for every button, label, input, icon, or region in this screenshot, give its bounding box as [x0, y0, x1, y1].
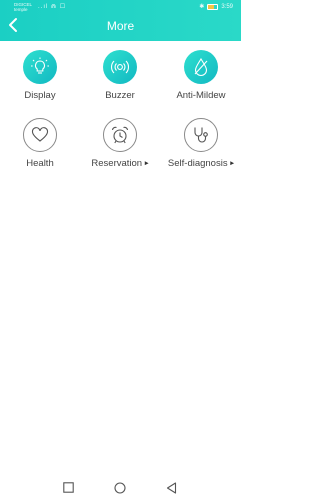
tile-label: Health: [26, 158, 54, 169]
triangle-back-icon[interactable]: [166, 482, 177, 494]
carrier-line-2: temple: [14, 7, 28, 12]
page-title: More: [106, 19, 135, 33]
battery-level: [208, 4, 214, 9]
tile-label: Reservation ▶: [91, 158, 149, 169]
square-icon[interactable]: [63, 482, 74, 493]
tile-reservation[interactable]: Reservation ▶: [80, 118, 160, 169]
tile-label: Display: [24, 90, 56, 101]
anti-mildew-icon-circle: [184, 50, 218, 84]
tile-health[interactable]: Health: [0, 118, 80, 169]
lightbulb-icon: [31, 57, 49, 74]
status-bar: DIGICEL temple ..ıl ⋒ ☐ ✱ 3:59: [0, 0, 241, 14]
expand-arrow-icon: ▶: [144, 160, 149, 167]
expand-arrow-icon: ▶: [230, 160, 235, 167]
buzzer-icon: [110, 60, 130, 74]
tile-label: Self-diagnosis ▶: [167, 158, 235, 169]
reservation-icon-circle: [103, 118, 137, 152]
app-header: DIGICEL temple ..ıl ⋒ ☐ ✱ 3:59 More: [0, 0, 241, 41]
tile-label: Buzzer: [105, 90, 135, 101]
battery-icon: [207, 3, 219, 10]
status-right: ✱ 3:59: [199, 3, 233, 10]
self-diagnosis-icon-circle: [184, 118, 218, 152]
carrier-name: DIGICEL temple: [14, 2, 32, 12]
droplet-icon: [194, 57, 208, 76]
tile-buzzer[interactable]: Buzzer: [80, 50, 160, 101]
buzzer-icon-circle: [103, 50, 137, 84]
tile-anti-mildew[interactable]: Anti-Mildew: [161, 50, 241, 101]
alarm-clock-icon: [111, 126, 129, 144]
tile-label: Anti-Mildew: [176, 90, 226, 101]
display-icon-circle: [23, 50, 57, 84]
tile-display[interactable]: Display: [0, 50, 80, 101]
stethoscope-icon: [194, 127, 208, 143]
circle-icon[interactable]: [114, 482, 126, 494]
system-nav-bar: [0, 475, 241, 500]
bluetooth-icon: ✱: [199, 4, 205, 10]
heart-icon: [31, 127, 49, 142]
health-icon-circle: [23, 118, 57, 152]
signal-wifi-icons: ..ıl ⋒ ☐: [38, 4, 67, 10]
tile-self-diagnosis[interactable]: Self-diagnosis ▶: [161, 118, 241, 169]
clock-time: 3:59: [221, 3, 233, 10]
